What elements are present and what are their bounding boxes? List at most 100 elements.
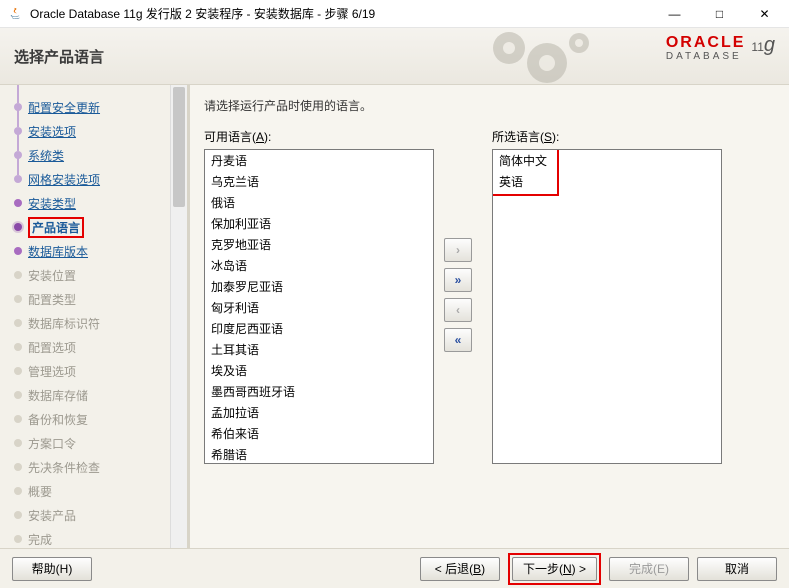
available-label: 可用语言(A): (204, 128, 434, 145)
window-minimize-button[interactable]: — (652, 0, 697, 28)
sidebar-step-1[interactable]: 安装选项 (8, 119, 167, 143)
sidebar-step-13: 备份和恢复 (8, 407, 167, 431)
step-label: 系统类 (28, 147, 64, 164)
next-button[interactable]: 下一步(N) > (512, 557, 597, 581)
step-label: 备份和恢复 (28, 411, 88, 428)
page-title: 选择产品语言 (14, 46, 104, 67)
back-button[interactable]: < 后退(B) (420, 557, 500, 581)
step-dot-icon (14, 511, 22, 519)
java-icon (8, 6, 24, 22)
available-language-item[interactable]: 克罗地亚语 (205, 234, 433, 255)
cancel-button[interactable]: 取消 (697, 557, 777, 581)
step-dot-icon (14, 319, 22, 327)
step-label: 产品语言 (28, 217, 84, 238)
available-language-item[interactable]: 土耳其语 (205, 339, 433, 360)
step-label: 安装位置 (28, 267, 76, 284)
step-dot-icon (14, 463, 22, 471)
add-button[interactable]: › (444, 238, 472, 262)
step-label: 配置安全更新 (28, 99, 100, 116)
step-dot-icon (14, 391, 22, 399)
sidebar-step-16: 概要 (8, 479, 167, 503)
step-dot-icon (14, 223, 22, 231)
window-titlebar: Oracle Database 11g 发行版 2 安装程序 - 安装数据库 -… (0, 0, 789, 28)
gears-decoration (469, 28, 619, 85)
selected-language-item[interactable]: 简体中文 (493, 150, 553, 171)
help-button[interactable]: 帮助(H) (12, 557, 92, 581)
step-label: 安装选项 (28, 123, 76, 140)
available-language-item[interactable]: 墨西哥西班牙语 (205, 381, 433, 402)
step-label: 网格安装选项 (28, 171, 100, 188)
sidebar-step-5[interactable]: 产品语言 (8, 215, 167, 239)
available-languages-listbox[interactable]: 丹麦语乌克兰语俄语保加利亚语克罗地亚语冰岛语加泰罗尼亚语匈牙利语印度尼西亚语土耳… (204, 149, 434, 464)
wizard-footer: 帮助(H) < 后退(B) 下一步(N) > 完成(E) 取消 (0, 548, 789, 588)
step-dot-icon (14, 199, 22, 207)
available-language-item[interactable]: 冰岛语 (205, 255, 433, 276)
step-label: 数据库标识符 (28, 315, 100, 332)
sidebar-step-3[interactable]: 网格安装选项 (8, 167, 167, 191)
sidebar-step-6[interactable]: 数据库版本 (8, 239, 167, 263)
wizard-main: 请选择运行产品时使用的语言。 可用语言(A): 丹麦语乌克兰语俄语保加利亚语克罗… (190, 85, 789, 548)
step-label: 先决条件检查 (28, 459, 100, 476)
window-maximize-button[interactable]: □ (697, 0, 742, 28)
remove-button[interactable]: ‹ (444, 298, 472, 322)
sidebar-step-15: 先决条件检查 (8, 455, 167, 479)
available-language-item[interactable]: 希腊语 (205, 444, 433, 464)
available-language-item[interactable]: 加泰罗尼亚语 (205, 276, 433, 297)
step-dot-icon (14, 415, 22, 423)
sidebar-step-7: 安装位置 (8, 263, 167, 287)
transfer-buttons: › » ‹ « (444, 238, 482, 352)
sidebar-scrollbar[interactable] (170, 85, 187, 548)
sidebar-step-10: 配置选项 (8, 335, 167, 359)
available-language-item[interactable]: 保加利亚语 (205, 213, 433, 234)
step-label: 数据库存储 (28, 387, 88, 404)
step-dot-icon (14, 487, 22, 495)
step-label: 安装类型 (28, 195, 76, 212)
step-label: 数据库版本 (28, 243, 88, 260)
selected-language-item[interactable]: 英语 (493, 171, 553, 192)
step-dot-icon (14, 343, 22, 351)
next-highlight: 下一步(N) > (508, 553, 601, 585)
available-language-item[interactable]: 俄语 (205, 192, 433, 213)
instruction-text: 请选择运行产品时使用的语言。 (204, 97, 775, 114)
step-label: 方案口令 (28, 435, 76, 452)
available-language-item[interactable]: 埃及语 (205, 360, 433, 381)
selected-languages-listbox[interactable]: 简体中文英语 (492, 149, 722, 464)
available-language-item[interactable]: 匈牙利语 (205, 297, 433, 318)
step-label: 配置选项 (28, 339, 76, 356)
window-close-button[interactable]: ✕ (742, 0, 787, 28)
available-language-item[interactable]: 丹麦语 (205, 150, 433, 171)
available-language-item[interactable]: 乌克兰语 (205, 171, 433, 192)
sidebar-step-14: 方案口令 (8, 431, 167, 455)
selected-highlight: 简体中文英语 (492, 149, 559, 196)
available-language-item[interactable]: 印度尼西亚语 (205, 318, 433, 339)
step-label: 配置类型 (28, 291, 76, 308)
step-label: 完成 (28, 531, 52, 548)
sidebar-step-12: 数据库存储 (8, 383, 167, 407)
available-language-item[interactable]: 希伯来语 (205, 423, 433, 444)
sidebar-step-0[interactable]: 配置安全更新 (8, 95, 167, 119)
sidebar-step-18: 完成 (8, 527, 167, 548)
finish-button: 完成(E) (609, 557, 689, 581)
step-label: 安装产品 (28, 507, 76, 524)
step-dot-icon (14, 175, 22, 183)
brand-oracle: ORACLE (666, 34, 746, 52)
remove-all-button[interactable]: « (444, 328, 472, 352)
sidebar-step-11: 管理选项 (8, 359, 167, 383)
step-dot-icon (14, 535, 22, 543)
wizard-header: 选择产品语言 ORACLE DATABASE 11g (0, 28, 789, 85)
brand-version: 11 (751, 40, 763, 54)
sidebar-step-8: 配置类型 (8, 287, 167, 311)
sidebar-step-2[interactable]: 系统类 (8, 143, 167, 167)
oracle-logo: ORACLE DATABASE 11g (666, 34, 775, 62)
sidebar-step-4[interactable]: 安装类型 (8, 191, 167, 215)
step-label: 管理选项 (28, 363, 76, 380)
brand-database: DATABASE (666, 51, 746, 62)
step-dot-icon (14, 367, 22, 375)
sidebar-step-9: 数据库标识符 (8, 311, 167, 335)
available-language-item[interactable]: 孟加拉语 (205, 402, 433, 423)
window-title: Oracle Database 11g 发行版 2 安装程序 - 安装数据库 -… (30, 5, 652, 22)
add-all-button[interactable]: » (444, 268, 472, 292)
step-dot-icon (14, 295, 22, 303)
wizard-sidebar: 配置安全更新安装选项系统类网格安装选项安装类型产品语言数据库版本安装位置配置类型… (0, 85, 190, 548)
step-label: 概要 (28, 483, 52, 500)
